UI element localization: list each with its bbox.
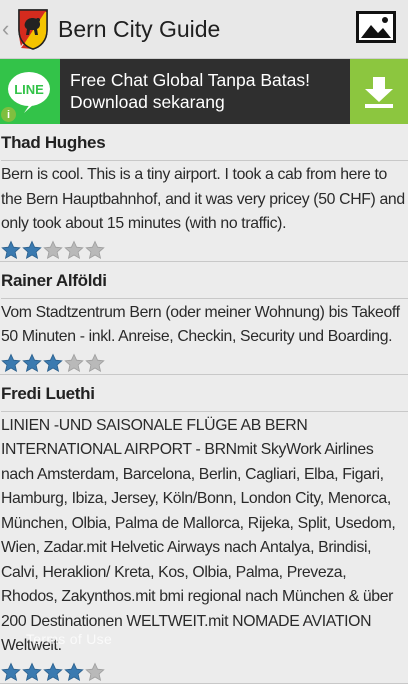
- ad-download-button[interactable]: [350, 59, 408, 124]
- star-empty-icon: [85, 662, 105, 681]
- star-filled-icon: [43, 662, 63, 681]
- bern-crest-icon[interactable]: [16, 8, 50, 50]
- back-chevron-icon[interactable]: ‹: [2, 18, 14, 40]
- reviews-list: Thad Hughes Bern is cool. This is a tiny…: [0, 124, 408, 684]
- review-item: Rainer Alföldi Vom Stadtzentrum Bern (od…: [0, 262, 408, 375]
- reviewer-name: Fredi Luethi: [1, 375, 408, 412]
- image-icon: [356, 11, 396, 43]
- rating-stars: [1, 239, 408, 261]
- reviewer-name: Thad Hughes: [1, 124, 408, 161]
- star-filled-icon: [1, 662, 21, 681]
- star-empty-icon: [64, 240, 84, 259]
- star-filled-icon: [22, 240, 42, 259]
- star-filled-icon: [1, 353, 21, 372]
- ad-info-icon[interactable]: i: [1, 107, 16, 122]
- review-item: Thad Hughes Bern is cool. This is a tiny…: [0, 124, 408, 262]
- rating-stars: [1, 661, 408, 683]
- action-bar: ‹ Bern City Guide: [0, 0, 408, 59]
- star-empty-icon: [43, 240, 63, 259]
- terms-of-use-link[interactable]: Terms of Use: [26, 631, 112, 647]
- star-filled-icon: [22, 353, 42, 372]
- ad-line2: Download sekarang: [70, 92, 225, 112]
- ad-text: Free Chat Global Tanpa Batas! Download s…: [70, 69, 310, 113]
- star-empty-icon: [85, 240, 105, 259]
- review-text: Bern is cool. This is a tiny airport. I …: [1, 166, 405, 232]
- star-filled-icon: [1, 240, 21, 259]
- star-filled-icon: [64, 662, 84, 681]
- star-filled-icon: [22, 662, 42, 681]
- rating-stars: [1, 352, 408, 374]
- review-text: Vom Stadtzentrum Bern (oder meiner Wohnu…: [1, 303, 400, 346]
- download-icon: [365, 76, 393, 108]
- star-filled-icon: [43, 353, 63, 372]
- ad-banner[interactable]: LINE Free Chat Global Tanpa Batas! Downl…: [0, 59, 408, 124]
- star-empty-icon: [85, 353, 105, 372]
- photo-gallery-button[interactable]: [356, 11, 396, 43]
- review-text: LINIEN -UND SAISONALE FLÜGE AB BERN INTE…: [1, 416, 396, 655]
- reviewer-name: Rainer Alföldi: [1, 262, 408, 299]
- ad-line1: Free Chat Global Tanpa Batas!: [70, 70, 310, 90]
- line-logo-text: LINE: [14, 82, 44, 97]
- star-empty-icon: [64, 353, 84, 372]
- app-title: Bern City Guide: [58, 15, 221, 42]
